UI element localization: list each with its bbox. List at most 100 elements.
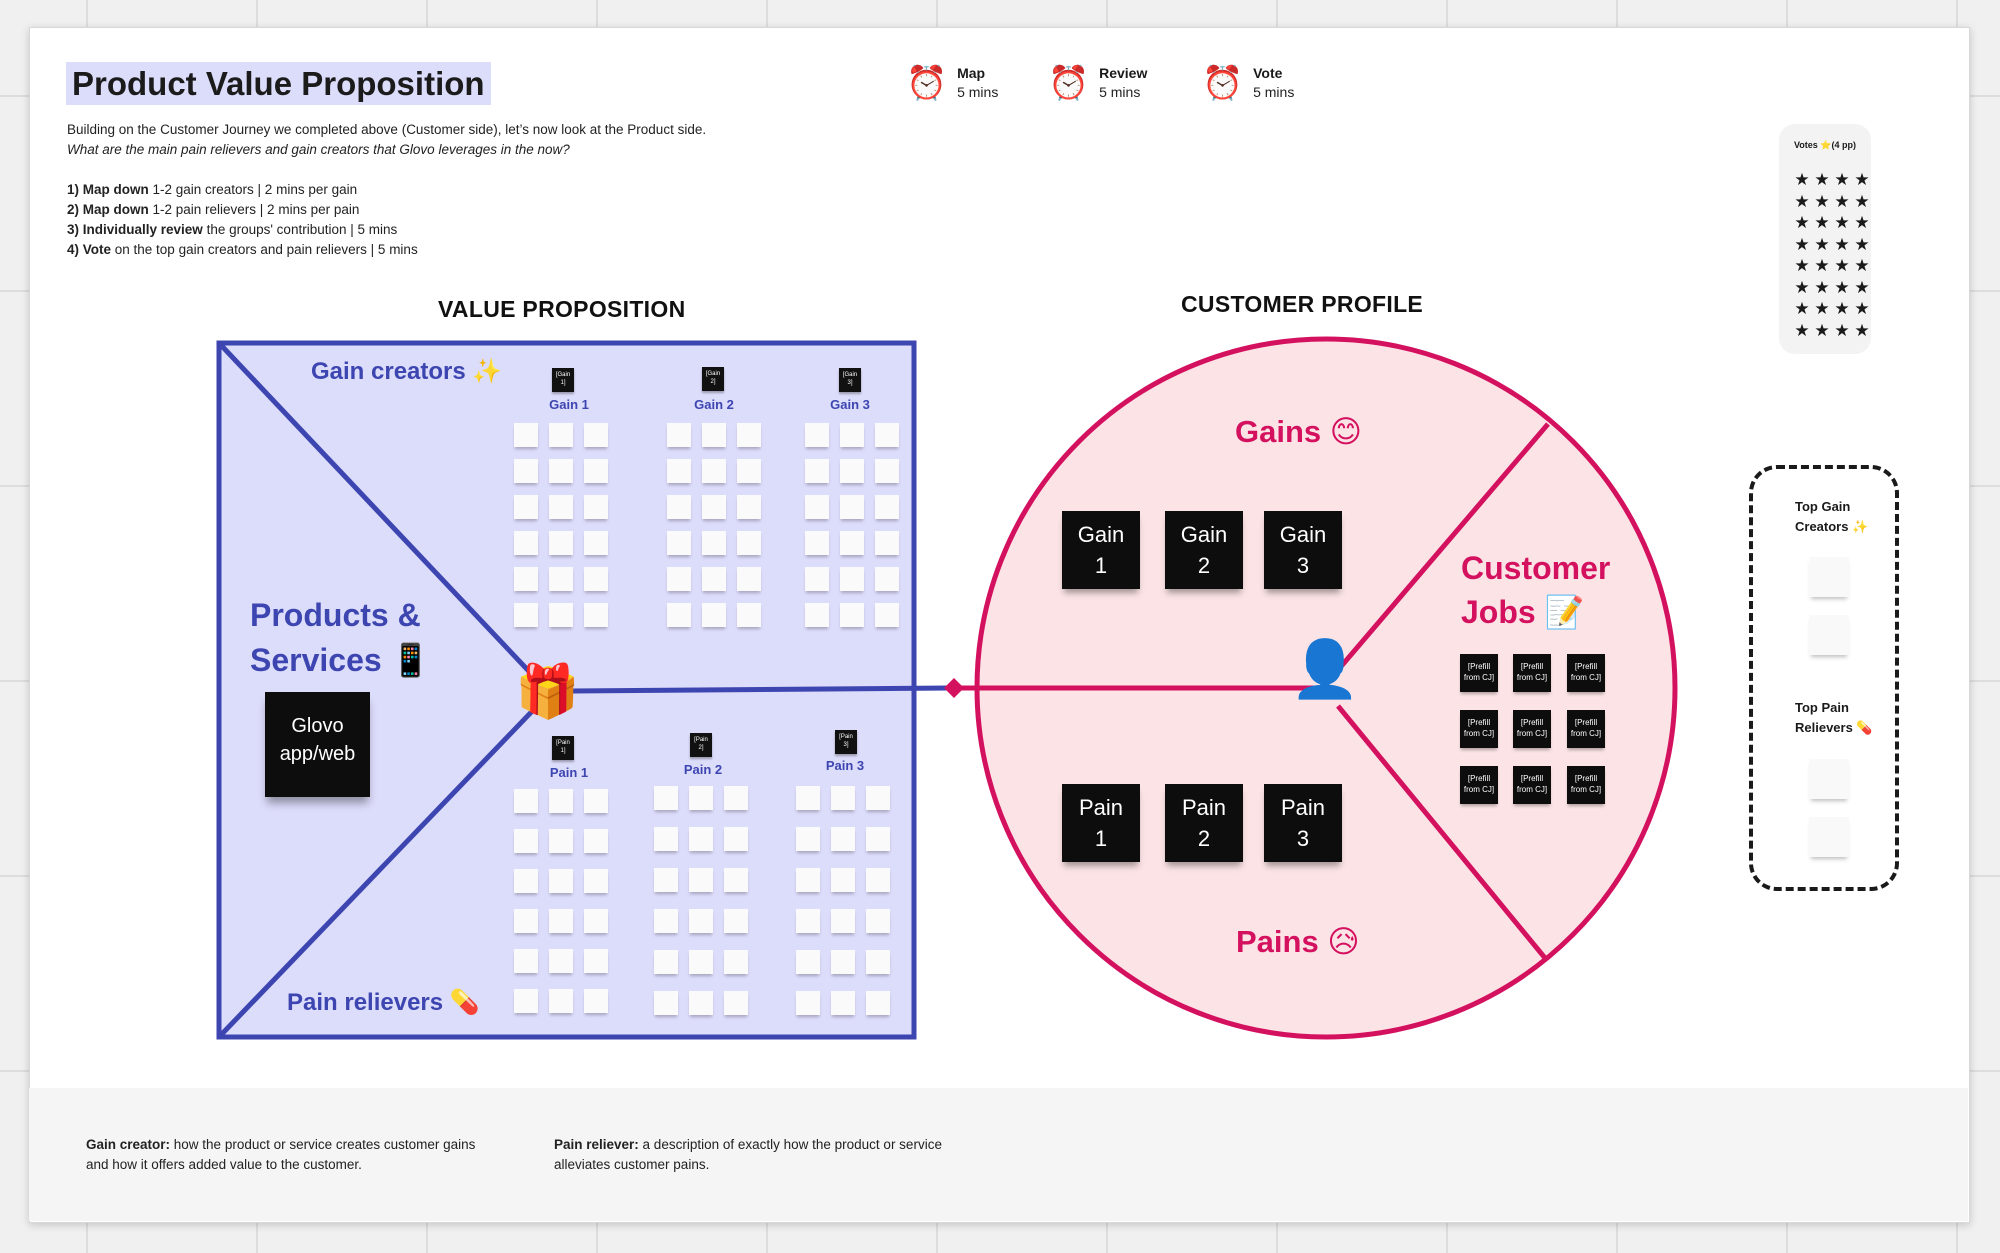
empty-sticky-note[interactable] <box>702 423 726 447</box>
empty-sticky-note[interactable] <box>584 603 608 627</box>
empty-sticky-note[interactable] <box>689 991 713 1015</box>
empty-sticky-note[interactable] <box>667 423 691 447</box>
customer-job-note[interactable]: [Prefill from CJ] <box>1513 654 1551 692</box>
empty-sticky-note[interactable] <box>866 991 890 1015</box>
empty-sticky-note[interactable] <box>514 869 538 893</box>
empty-sticky-note[interactable] <box>654 991 678 1015</box>
empty-sticky-note[interactable] <box>724 950 748 974</box>
empty-sticky-note[interactable] <box>514 909 538 933</box>
empty-sticky-note[interactable] <box>689 909 713 933</box>
empty-sticky-note[interactable] <box>549 531 573 555</box>
empty-sticky-note[interactable] <box>654 868 678 892</box>
empty-sticky-note[interactable] <box>805 459 829 483</box>
empty-sticky-note[interactable] <box>584 869 608 893</box>
empty-sticky-note[interactable] <box>866 827 890 851</box>
empty-sticky-note[interactable] <box>840 567 864 591</box>
pain-sticky-note[interactable]: Pain 1 <box>1062 784 1140 862</box>
empty-sticky-note[interactable] <box>514 459 538 483</box>
empty-sticky-note[interactable] <box>689 950 713 974</box>
empty-sticky-note[interactable] <box>875 603 899 627</box>
empty-sticky-note[interactable] <box>831 786 855 810</box>
empty-sticky-note[interactable] <box>549 829 573 853</box>
empty-sticky-note[interactable] <box>796 991 820 1015</box>
empty-sticky-note[interactable] <box>514 495 538 519</box>
empty-sticky-note[interactable] <box>667 459 691 483</box>
empty-sticky-note[interactable] <box>514 989 538 1013</box>
empty-sticky-note[interactable] <box>514 531 538 555</box>
empty-sticky-note[interactable] <box>514 829 538 853</box>
empty-sticky-note[interactable] <box>584 909 608 933</box>
empty-sticky-note[interactable] <box>831 868 855 892</box>
empty-sticky-note[interactable] <box>866 786 890 810</box>
pain-tag[interactable]: [Pain 1] <box>552 736 574 760</box>
customer-job-note[interactable]: [Prefill from CJ] <box>1460 654 1498 692</box>
product-sticky-note[interactable]: Glovo app/web <box>265 692 370 797</box>
empty-sticky-note[interactable] <box>805 603 829 627</box>
customer-job-note[interactable]: [Prefill from CJ] <box>1567 710 1605 748</box>
top-pain-note[interactable] <box>1809 759 1849 799</box>
empty-sticky-note[interactable] <box>702 495 726 519</box>
pain-sticky-note[interactable]: Pain 3 <box>1264 784 1342 862</box>
empty-sticky-note[interactable] <box>549 789 573 813</box>
empty-sticky-note[interactable] <box>796 909 820 933</box>
empty-sticky-note[interactable] <box>654 786 678 810</box>
empty-sticky-note[interactable] <box>549 495 573 519</box>
empty-sticky-note[interactable] <box>840 459 864 483</box>
pain-tag[interactable]: [Pain 2] <box>690 733 712 757</box>
empty-sticky-note[interactable] <box>584 567 608 591</box>
empty-sticky-note[interactable] <box>831 909 855 933</box>
empty-sticky-note[interactable] <box>866 950 890 974</box>
empty-sticky-note[interactable] <box>796 868 820 892</box>
empty-sticky-note[interactable] <box>702 459 726 483</box>
empty-sticky-note[interactable] <box>866 909 890 933</box>
empty-sticky-note[interactable] <box>737 567 761 591</box>
gain-sticky-note[interactable]: Gain 2 <box>1165 511 1243 589</box>
empty-sticky-note[interactable] <box>514 423 538 447</box>
empty-sticky-note[interactable] <box>875 531 899 555</box>
empty-sticky-note[interactable] <box>805 531 829 555</box>
empty-sticky-note[interactable] <box>667 495 691 519</box>
empty-sticky-note[interactable] <box>549 567 573 591</box>
empty-sticky-note[interactable] <box>689 827 713 851</box>
empty-sticky-note[interactable] <box>702 567 726 591</box>
empty-sticky-note[interactable] <box>737 423 761 447</box>
customer-job-note[interactable]: [Prefill from CJ] <box>1567 654 1605 692</box>
gain-sticky-note[interactable]: Gain 1 <box>1062 511 1140 589</box>
empty-sticky-note[interactable] <box>724 827 748 851</box>
empty-sticky-note[interactable] <box>840 603 864 627</box>
empty-sticky-note[interactable] <box>805 567 829 591</box>
empty-sticky-note[interactable] <box>805 495 829 519</box>
empty-sticky-note[interactable] <box>875 423 899 447</box>
empty-sticky-note[interactable] <box>831 950 855 974</box>
empty-sticky-note[interactable] <box>796 950 820 974</box>
empty-sticky-note[interactable] <box>724 991 748 1015</box>
customer-job-note[interactable]: [Prefill from CJ] <box>1513 710 1551 748</box>
empty-sticky-note[interactable] <box>875 495 899 519</box>
empty-sticky-note[interactable] <box>831 827 855 851</box>
pain-tag[interactable]: [Pain 3] <box>835 730 857 754</box>
empty-sticky-note[interactable] <box>724 909 748 933</box>
empty-sticky-note[interactable] <box>702 531 726 555</box>
empty-sticky-note[interactable] <box>549 603 573 627</box>
top-gain-note[interactable] <box>1809 557 1849 597</box>
empty-sticky-note[interactable] <box>689 868 713 892</box>
empty-sticky-note[interactable] <box>667 603 691 627</box>
empty-sticky-note[interactable] <box>875 459 899 483</box>
empty-sticky-note[interactable] <box>840 531 864 555</box>
empty-sticky-note[interactable] <box>796 786 820 810</box>
empty-sticky-note[interactable] <box>514 567 538 591</box>
empty-sticky-note[interactable] <box>654 827 678 851</box>
empty-sticky-note[interactable] <box>549 423 573 447</box>
customer-job-note[interactable]: [Prefill from CJ] <box>1513 766 1551 804</box>
gain-tag[interactable]: [Gain 3] <box>839 368 861 392</box>
empty-sticky-note[interactable] <box>737 531 761 555</box>
empty-sticky-note[interactable] <box>796 827 820 851</box>
empty-sticky-note[interactable] <box>840 423 864 447</box>
empty-sticky-note[interactable] <box>549 869 573 893</box>
empty-sticky-note[interactable] <box>866 868 890 892</box>
empty-sticky-note[interactable] <box>805 423 829 447</box>
empty-sticky-note[interactable] <box>724 868 748 892</box>
empty-sticky-note[interactable] <box>549 909 573 933</box>
empty-sticky-note[interactable] <box>654 909 678 933</box>
empty-sticky-note[interactable] <box>584 949 608 973</box>
